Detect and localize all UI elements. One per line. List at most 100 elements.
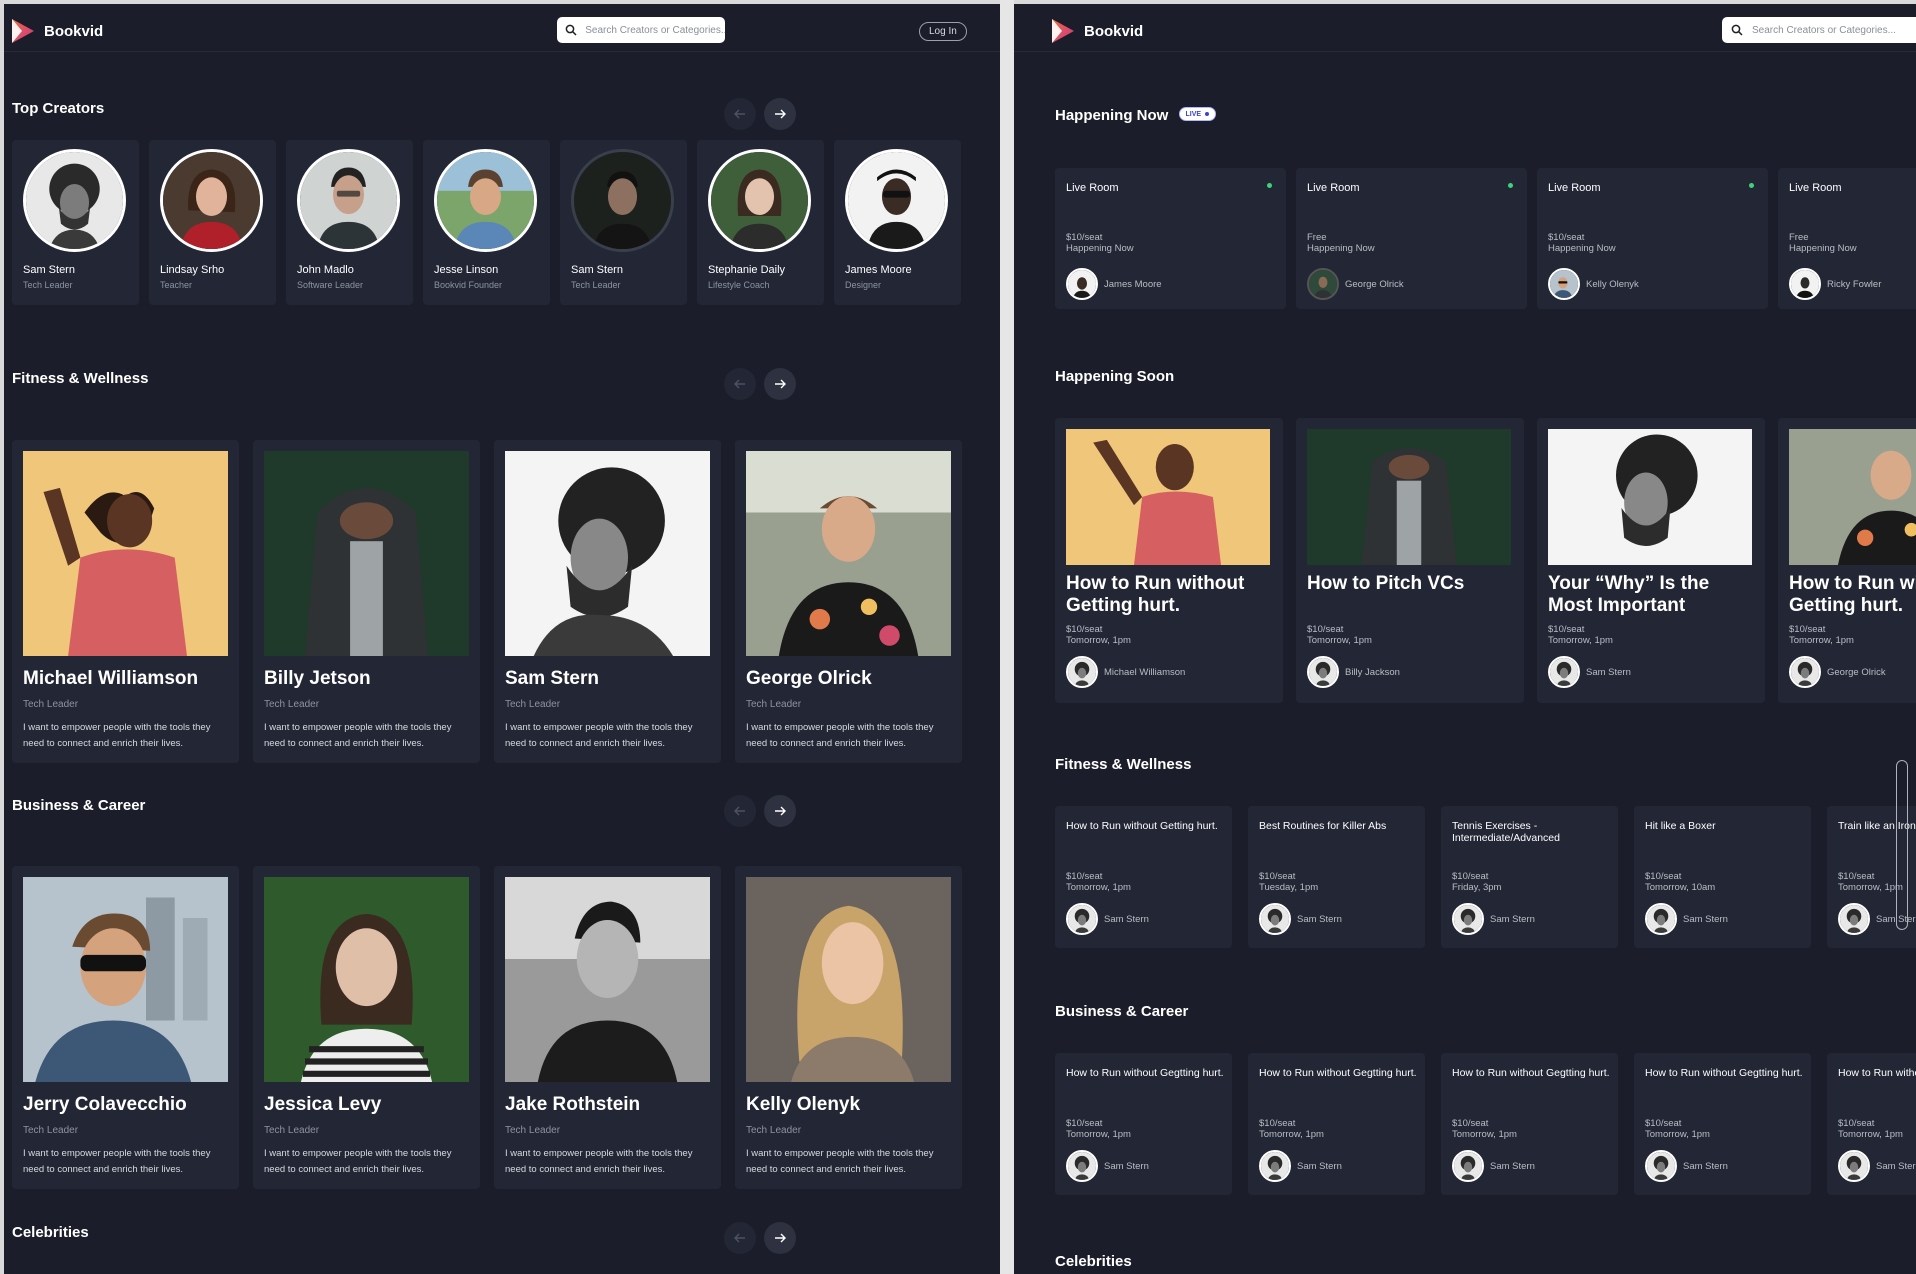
host[interactable]: Sam Stern (1838, 1150, 1916, 1182)
event-card[interactable]: How to Run without Gegtting hurt. $10/se… (1441, 1053, 1618, 1195)
profile-role: Tech Leader (505, 1125, 561, 1136)
next-arrow-icon[interactable] (764, 368, 796, 400)
event-time: Tomorrow, 1pm (1789, 635, 1854, 646)
live-room-card[interactable]: Live Room $10/seat Happening Now James M… (1055, 168, 1286, 309)
happening-now-row: Live Room $10/seat Happening Now James M… (1055, 168, 1916, 309)
prev-arrow-icon[interactable] (724, 795, 756, 827)
event-card[interactable]: Best Routines for Killer Abs $10/seat Tu… (1248, 806, 1425, 948)
next-arrow-icon[interactable] (764, 1222, 796, 1254)
top-bar: Bookvid (1014, 4, 1916, 52)
creator-card[interactable]: Sam Stern Tech Leader (560, 140, 687, 305)
live-room-title: Live Room (1066, 182, 1119, 194)
host[interactable]: Kelly Olenyk (1548, 268, 1639, 300)
event-price: $10/seat (1838, 1118, 1875, 1129)
profile-role: Tech Leader (505, 699, 561, 710)
next-arrow-icon[interactable] (764, 98, 796, 130)
profile-card[interactable]: Jake Rothstein Tech Leader I want to emp… (494, 866, 721, 1189)
section-title-happening-soon: Happening Soon (1055, 368, 1175, 385)
host[interactable]: Sam Stern (1452, 903, 1535, 935)
logo[interactable]: Bookvid (10, 18, 103, 44)
host[interactable]: Sam Stern (1548, 656, 1631, 688)
top-creators-carousel-controls (724, 98, 796, 130)
event-card[interactable]: Hit like a Boxer $10/seat Tomorrow, 10am… (1634, 806, 1811, 948)
event-card[interactable]: How to Run without Gegtting hurt. $10/se… (1248, 1053, 1425, 1195)
event-card[interactable]: How to Pitch VCs $10/seat Tomorrow, 1pm … (1296, 418, 1524, 703)
search-input[interactable] (585, 24, 725, 36)
profile-bio: I want to empower people with the tools … (23, 1148, 211, 1175)
bookvid-logo-icon (1050, 18, 1076, 44)
profile-card[interactable]: Sam Stern Tech Leader I want to empower … (494, 440, 721, 763)
event-card[interactable]: How to Run without Gegtting hurt. $10/se… (1055, 1053, 1232, 1195)
host[interactable]: Ricky Fowler (1789, 268, 1881, 300)
event-card[interactable]: How to Run without Gegtting hurt. $10/se… (1827, 1053, 1916, 1195)
creator-card[interactable]: Stephanie Daily Lifestyle Coach (697, 140, 824, 305)
profile-card[interactable]: Jerry Colavecchio Tech Leader I want to … (12, 866, 239, 1189)
profile-card[interactable]: Billy Jetson Tech Leader I want to empow… (253, 440, 480, 763)
event-card[interactable]: How to Run without Gegtting hurt. $10/se… (1634, 1053, 1811, 1195)
host[interactable]: George Olrick (1789, 656, 1886, 688)
prev-arrow-icon[interactable] (724, 1222, 756, 1254)
logo[interactable]: Bookvid (1050, 18, 1143, 44)
avatar (845, 149, 948, 252)
host[interactable]: Sam Stern (1066, 1150, 1149, 1182)
host[interactable]: Sam Stern (1259, 1150, 1342, 1182)
live-room-title: Live Room (1789, 182, 1842, 194)
search-box[interactable] (1722, 17, 1916, 43)
live-room-card[interactable]: Live Room Free Happening Now Ricky Fowle… (1778, 168, 1916, 309)
host[interactable]: Sam Stern (1259, 903, 1342, 935)
creator-card[interactable]: John Madlo Software Leader (286, 140, 413, 305)
profile-card[interactable]: Kelly Olenyk Tech Leader I want to empow… (735, 866, 962, 1189)
host[interactable]: Billy Jackson (1307, 656, 1400, 688)
host-avatar (1548, 268, 1580, 300)
profile-card[interactable]: George Olrick Tech Leader I want to empo… (735, 440, 962, 763)
event-card[interactable]: Tennis Exercises - Intermediate/Advanced… (1441, 806, 1618, 948)
search-input[interactable] (1752, 24, 1912, 36)
host-name: Kelly Olenyk (1586, 278, 1639, 290)
event-time: Tomorrow, 1pm (1307, 635, 1372, 646)
host-name: Sam Stern (1104, 913, 1149, 925)
prev-arrow-icon[interactable] (724, 98, 756, 130)
prev-arrow-icon[interactable] (724, 368, 756, 400)
host[interactable]: James Moore (1066, 268, 1162, 300)
event-time: Tomorrow, 1pm (1838, 882, 1903, 893)
event-time: Tomorrow, 1pm (1452, 1129, 1517, 1140)
live-room-price: Free (1307, 232, 1327, 243)
avatar (23, 149, 126, 252)
profile-card[interactable]: Michael Williamson Tech Leader I want to… (12, 440, 239, 763)
login-button[interactable]: Log In (919, 22, 967, 41)
event-price: $10/seat (1307, 624, 1344, 635)
event-price: $10/seat (1789, 624, 1826, 635)
live-status-icon (1749, 183, 1754, 188)
event-card[interactable]: How to Run without Getting hurt. $10/sea… (1055, 418, 1283, 703)
live-room-card[interactable]: Live Room $10/seat Happening Now Kelly O… (1537, 168, 1768, 309)
live-room-card[interactable]: Live Room Free Happening Now George Olri… (1296, 168, 1527, 309)
host[interactable]: Sam Stern (1645, 1150, 1728, 1182)
host[interactable]: Sam Stern (1066, 903, 1149, 935)
profile-card[interactable]: Jessica Levy Tech Leader I want to empow… (253, 866, 480, 1189)
event-title: How to Run without Gegtting hurt. (1259, 1067, 1417, 1079)
avatar (297, 149, 400, 252)
host[interactable]: George Olrick (1307, 268, 1404, 300)
host-avatar (1645, 903, 1677, 935)
search-box[interactable] (557, 17, 725, 43)
event-card[interactable]: Your “Why” Is the Most Important $10/sea… (1537, 418, 1765, 703)
host-name: Sam Stern (1297, 1160, 1342, 1172)
creator-name: John Madlo (297, 264, 354, 276)
host-avatar (1066, 268, 1098, 300)
event-title: How to Run without Gegtting hurt. (1066, 1067, 1224, 1079)
creator-card[interactable]: Jesse Linson Bookvid Founder (423, 140, 550, 305)
creator-card[interactable]: Lindsay Srho Teacher (149, 140, 276, 305)
creator-card[interactable]: Sam Stern Tech Leader (12, 140, 139, 305)
next-arrow-icon[interactable] (764, 795, 796, 827)
host[interactable]: Sam Stern (1645, 903, 1728, 935)
host-avatar (1838, 903, 1870, 935)
event-price: $10/seat (1838, 871, 1875, 882)
event-card[interactable]: How to Run without Getting hurt. $10/sea… (1055, 806, 1232, 948)
profile-role: Tech Leader (264, 1125, 320, 1136)
horizontal-scrollbar[interactable] (1896, 760, 1908, 930)
creator-card[interactable]: James Moore Designer (834, 140, 961, 305)
event-time: Tomorrow, 1pm (1645, 1129, 1710, 1140)
event-card[interactable]: How to Run without Getting hurt. $10/sea… (1778, 418, 1916, 703)
host[interactable]: Sam Stern (1452, 1150, 1535, 1182)
host[interactable]: Michael Williamson (1066, 656, 1185, 688)
